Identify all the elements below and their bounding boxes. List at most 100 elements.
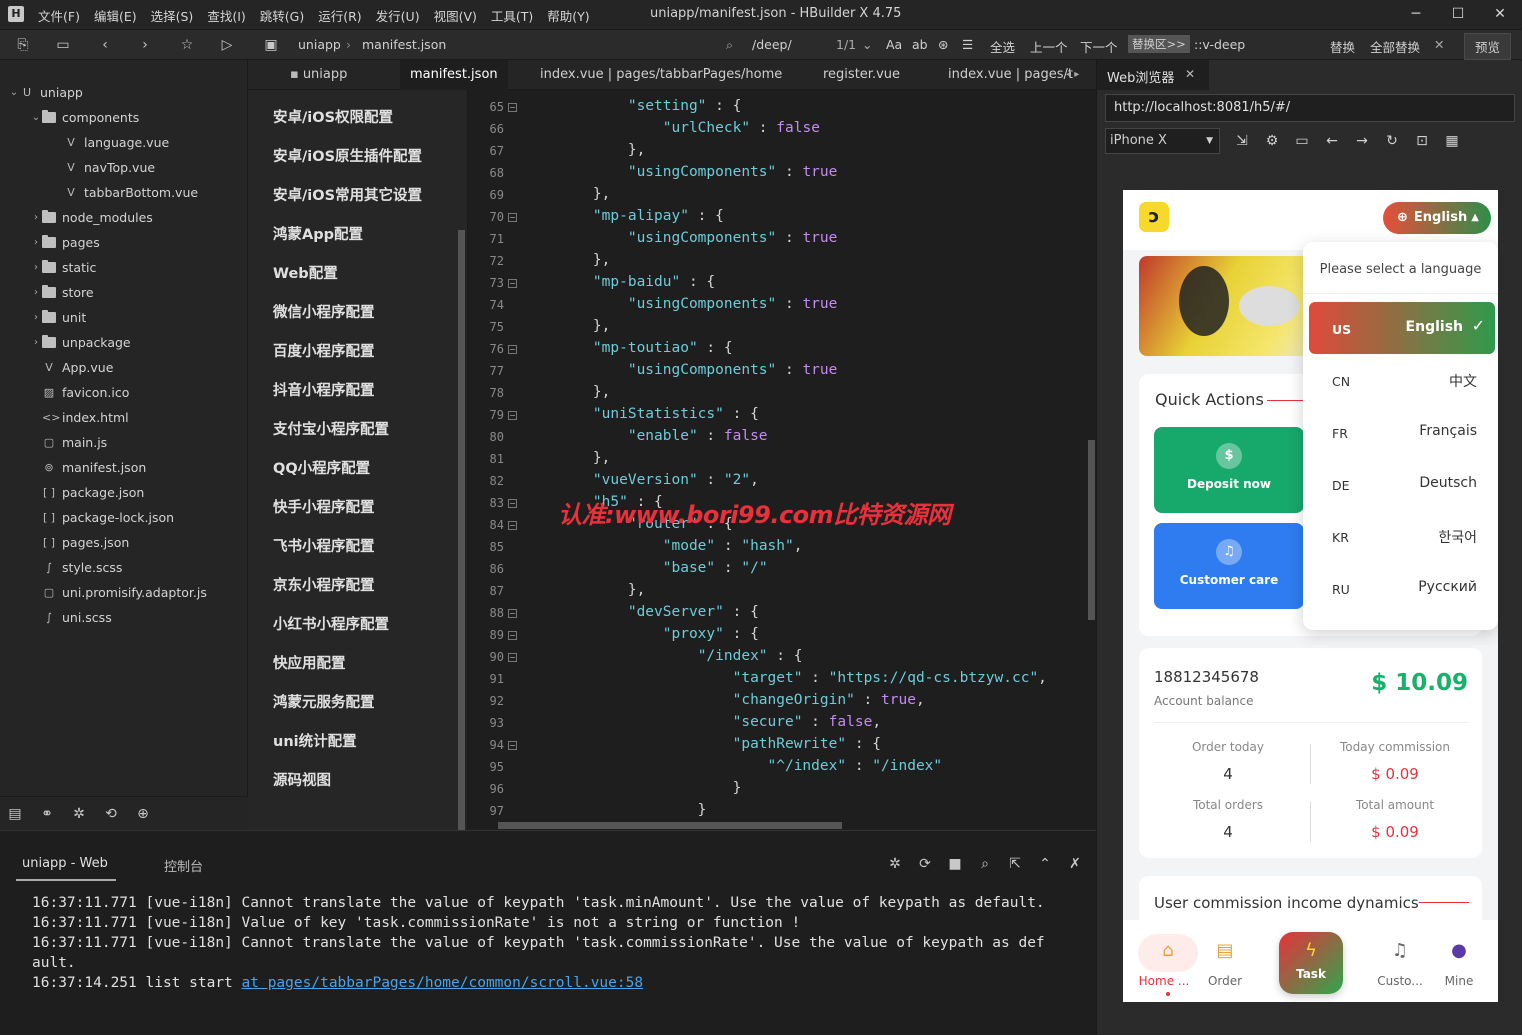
chevron-right-icon[interactable]: › [30, 237, 42, 248]
git-icon[interactable]: ⟲ [102, 805, 120, 823]
browser-tab[interactable]: Web浏览器 ✕ [1097, 60, 1209, 90]
menu-item[interactable]: 视图(V) [434, 6, 477, 25]
fold-icon[interactable]: − [508, 653, 517, 662]
minimize-icon[interactable]: ─ [1406, 4, 1426, 24]
deposit-button[interactable]: $ Deposit now [1154, 427, 1304, 513]
fold-icon[interactable]: − [508, 213, 517, 222]
replace-all-button[interactable]: 全部替换 [1370, 37, 1420, 56]
language-option[interactable]: CN 中文 [1309, 354, 1495, 406]
config-nav-item[interactable]: 鸿蒙App配置 [273, 223, 363, 244]
refresh-icon[interactable]: ↻ [1383, 132, 1401, 150]
explorer-folder-icon[interactable]: ▤ [6, 805, 24, 823]
tree-item[interactable]: › unpackage [0, 330, 248, 355]
language-option[interactable]: KR 한국어 [1309, 510, 1495, 562]
tree-item[interactable]: ⊚ manifest.json [0, 455, 248, 480]
breadcrumb-file[interactable]: manifest.json [362, 37, 446, 52]
fold-icon[interactable]: − [508, 631, 517, 640]
browser-tab-close-icon[interactable]: ✕ [1185, 67, 1195, 81]
fold-icon[interactable]: − [508, 345, 517, 354]
tab-customer[interactable]: Custo... [1370, 974, 1430, 988]
tab-home-index[interactable]: index.vue | pages/tabbarPages/home [530, 60, 792, 90]
chevron-down-icon[interactable]: ⌄ [8, 87, 20, 98]
tree-item[interactable]: › static [0, 255, 248, 280]
tab-home[interactable]: Home ... [1134, 974, 1194, 988]
tree-item[interactable]: <> index.html [0, 405, 248, 430]
fold-icon[interactable]: − [508, 521, 517, 530]
code-editor[interactable]: 65− "setting" : {66 "urlCheck" : false 67… [468, 90, 1096, 830]
nav-back-icon[interactable]: ← [1323, 132, 1341, 150]
back-icon[interactable]: ‹ [96, 36, 114, 54]
console-tab-console[interactable]: 控制台 [164, 856, 203, 875]
console-tab-web[interactable]: uniapp - Web [22, 856, 108, 871]
config-nav-item[interactable]: 微信小程序配置 [273, 301, 375, 322]
config-nav-item[interactable]: 小红书小程序配置 [273, 613, 389, 634]
find-prev-button[interactable]: 上一个 [1030, 37, 1068, 56]
tree-item[interactable]: [ ] pages.json [0, 530, 248, 555]
fold-icon[interactable]: − [508, 741, 517, 750]
plugin-icon[interactable]: ⊕ [134, 805, 152, 823]
config-nav-item[interactable]: 安卓/iOS原生插件配置 [273, 145, 422, 166]
match-case-toggle[interactable]: Aa [886, 37, 902, 52]
config-nav-item[interactable]: 支付宝小程序配置 [273, 418, 389, 439]
customer-care-button[interactable]: ♫ Customer care [1154, 523, 1304, 609]
chevron-down-icon[interactable]: ⌄ [30, 112, 42, 123]
regex-icon[interactable]: ⊛ [938, 37, 948, 52]
preview-button[interactable]: 预览 [1464, 33, 1512, 60]
config-nav-item[interactable]: 鸿蒙元服务配置 [273, 691, 375, 712]
tree-item[interactable]: › node_modules [0, 205, 248, 230]
config-nav-item[interactable]: 快应用配置 [273, 652, 346, 673]
run-icon[interactable]: ▷ [218, 36, 236, 54]
maximize-icon[interactable]: ☐ [1448, 4, 1468, 24]
config-nav-item[interactable]: 飞书小程序配置 [273, 535, 375, 556]
tree-item[interactable]: ▢ main.js [0, 430, 248, 455]
new-file-icon[interactable]: ⎘ [14, 36, 32, 54]
console-debug-icon[interactable]: ✲ [886, 855, 904, 873]
replace-button[interactable]: 替换 [1330, 37, 1355, 56]
console-stop-icon[interactable]: ■ [946, 855, 964, 873]
fold-icon[interactable]: − [508, 411, 517, 420]
language-option[interactable]: RU Русский [1309, 562, 1495, 614]
find-close-icon[interactable]: ✕ [1434, 37, 1444, 52]
tree-item[interactable]: › store [0, 280, 248, 305]
settings-icon[interactable]: ⚙ [1263, 132, 1281, 150]
config-scrollbar[interactable] [458, 230, 465, 830]
language-button[interactable]: ⊕ English ▲ [1383, 202, 1491, 234]
menu-item[interactable]: 编辑(E) [94, 6, 137, 25]
tree-item[interactable]: [ ] package.json [0, 480, 248, 505]
tree-item[interactable]: ∫ uni.scss [0, 605, 248, 630]
config-nav-item[interactable]: 安卓/iOS权限配置 [273, 106, 393, 127]
forward-icon[interactable]: › [136, 36, 154, 54]
tab-order[interactable]: Order [1195, 974, 1255, 988]
menu-item[interactable]: 跳转(G) [260, 6, 304, 25]
tree-item[interactable]: ⌄ components [0, 105, 248, 130]
menu-item[interactable]: 发行(U) [376, 6, 420, 25]
lock-icon[interactable]: ⊡ [1413, 132, 1431, 150]
chevron-right-icon[interactable]: › [30, 212, 42, 223]
breadcrumb-root[interactable]: uniapp [298, 37, 341, 52]
console-restart-icon[interactable]: ⟳ [916, 855, 934, 873]
tree-item[interactable]: ▢ uni.promisify.adaptor.js [0, 580, 248, 605]
star-icon[interactable]: ☆ [178, 36, 196, 54]
binoculars-icon[interactable]: ⚭ [38, 805, 56, 823]
console-export-icon[interactable]: ⇱ [1006, 855, 1024, 873]
tree-item[interactable]: ∫ style.scss [0, 555, 248, 580]
config-nav-item[interactable]: uni统计配置 [273, 730, 357, 751]
replace-toggle-button[interactable]: 替换区>> [1128, 35, 1190, 53]
select-all-button[interactable]: 全选 [990, 37, 1015, 56]
qrcode-icon[interactable]: ▦ [1443, 132, 1461, 150]
tree-item[interactable]: V App.vue [0, 355, 248, 380]
tree-item[interactable]: Vlanguage.vue [0, 130, 248, 155]
config-nav-item[interactable]: 快手小程序配置 [273, 496, 375, 517]
code-vertical-scrollbar[interactable] [1088, 440, 1095, 620]
console-clear-icon[interactable]: ✗ [1066, 855, 1084, 873]
code-horizontal-scrollbar[interactable] [498, 822, 842, 829]
menu-item[interactable]: 工具(T) [491, 6, 533, 25]
close-icon[interactable]: ✕ [1490, 4, 1510, 24]
fold-icon[interactable]: − [508, 609, 517, 618]
language-option[interactable]: FR Français [1309, 406, 1495, 458]
find-next-button[interactable]: 下一个 [1080, 37, 1118, 56]
tab-mine[interactable]: Mine [1429, 974, 1489, 988]
fold-icon[interactable]: − [508, 279, 517, 288]
config-nav-item[interactable]: Web配置 [273, 262, 338, 283]
config-nav-item[interactable]: QQ小程序配置 [273, 457, 370, 478]
